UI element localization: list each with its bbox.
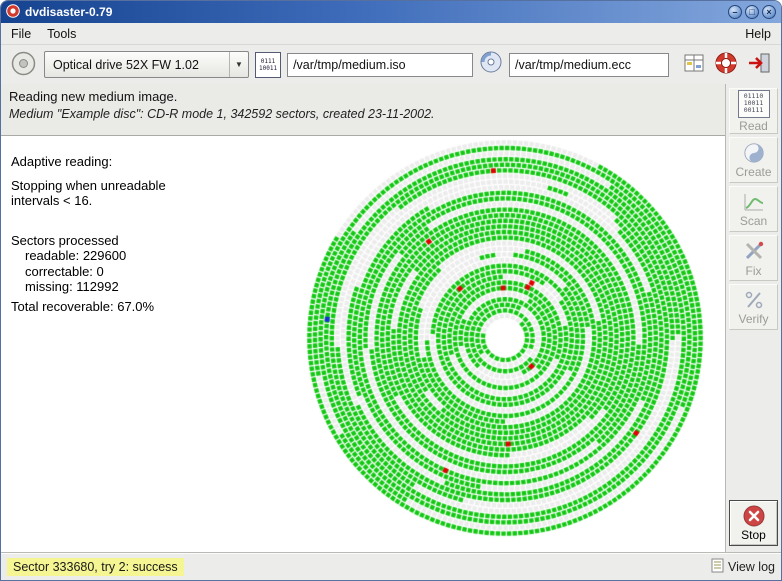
correctable-count: correctable: 0	[11, 264, 166, 280]
left-pane: Reading new medium image. Medium "Exampl…	[1, 84, 725, 552]
yin-yang-create-icon	[743, 142, 765, 164]
action-sidebar: 01110 10011 00111 Read Create Scan	[725, 84, 781, 552]
main-area: Adaptive reading: Stopping when unreadab…	[1, 136, 725, 552]
read-label: Read	[739, 119, 768, 133]
lifebuoy-help-icon	[714, 51, 738, 78]
image-file-icon-line: 10011	[259, 65, 277, 72]
image-file-icon-line: 0111	[261, 58, 275, 65]
image-file-icon: 0111 10011	[255, 52, 281, 78]
drive-select[interactable]: Optical drive 52X FW 1.02 ▼	[44, 51, 249, 78]
chevron-down-icon: ▼	[229, 52, 248, 77]
menubar: File Tools Help	[1, 23, 781, 45]
drive-icon	[10, 50, 37, 80]
drive-icon-button[interactable]	[9, 49, 38, 81]
read-icon-line: 00111	[744, 107, 764, 114]
stop-icon	[743, 505, 765, 527]
window-controls: – □ ×	[728, 5, 776, 19]
verify-button[interactable]: Verify	[729, 284, 778, 330]
status-line1: Reading new medium image.	[9, 89, 717, 104]
ecc-file-input[interactable]	[509, 53, 669, 77]
titlebar[interactable]: dvdisaster-0.79 – □ ×	[1, 1, 781, 23]
app-icon	[6, 4, 20, 21]
scan-chart-icon	[742, 191, 766, 213]
verify-percent-icon	[742, 289, 766, 311]
total-recoverable: Total recoverable: 67.0%	[11, 299, 166, 315]
menu-help[interactable]: Help	[737, 25, 779, 43]
stop-label: Stop	[741, 528, 766, 542]
create-button[interactable]: Create	[729, 137, 778, 183]
read-button[interactable]: 01110 10011 00111 Read	[729, 88, 778, 134]
log-icon	[711, 558, 724, 576]
verify-label: Verify	[738, 312, 768, 326]
adaptive-reading-label: Adaptive reading:	[11, 154, 166, 170]
status-line2: Medium "Example disc": CD-R mode 1, 3425…	[9, 107, 717, 121]
create-label: Create	[735, 165, 771, 179]
stop-button[interactable]: Stop	[729, 500, 778, 546]
statusbar: Sector 333680, try 2: success View log	[1, 552, 781, 580]
stopping-line2: intervals < 16.	[11, 193, 166, 209]
close-button[interactable]: ×	[762, 5, 776, 19]
sector-spiral-visualization	[287, 120, 723, 556]
preferences-button[interactable]	[681, 50, 707, 79]
quit-icon	[746, 51, 772, 78]
minimize-button[interactable]: –	[728, 5, 742, 19]
view-log-label: View log	[728, 560, 775, 574]
fix-button[interactable]: Fix	[729, 235, 778, 281]
read-icon: 01110 10011 00111	[738, 90, 770, 118]
image-file-input[interactable]	[287, 53, 473, 77]
menu-tools[interactable]: Tools	[39, 25, 84, 43]
stopping-line1: Stopping when unreadable	[11, 178, 166, 194]
scan-button[interactable]: Scan	[729, 186, 778, 232]
preferences-icon	[682, 51, 706, 78]
missing-count: missing: 112992	[11, 279, 166, 295]
readable-count: readable: 229600	[11, 248, 166, 264]
operation-status-area: Reading new medium image. Medium "Exampl…	[1, 84, 725, 136]
view-log-button[interactable]: View log	[711, 558, 775, 576]
status-message: Sector 333680, try 2: success	[7, 558, 184, 576]
menu-file[interactable]: File	[3, 25, 39, 43]
scan-label: Scan	[740, 214, 767, 228]
maximize-button[interactable]: □	[745, 5, 759, 19]
fix-label: Fix	[746, 264, 762, 278]
window-title: dvdisaster-0.79	[25, 5, 112, 19]
help-button[interactable]	[713, 50, 739, 79]
fix-tools-icon	[742, 239, 766, 263]
reading-stats-panel: Adaptive reading: Stopping when unreadab…	[11, 154, 166, 314]
sectors-processed-label: Sectors processed	[11, 233, 166, 249]
content-row: Reading new medium image. Medium "Exampl…	[1, 84, 781, 552]
drive-select-value: Optical drive 52X FW 1.02	[45, 58, 229, 72]
quit-button[interactable]	[745, 50, 773, 79]
toolbar: Optical drive 52X FW 1.02 ▼ 0111 10011	[1, 45, 781, 84]
app-window: dvdisaster-0.79 – □ × File Tools Help Op…	[0, 0, 782, 581]
ecc-file-icon	[479, 50, 503, 79]
